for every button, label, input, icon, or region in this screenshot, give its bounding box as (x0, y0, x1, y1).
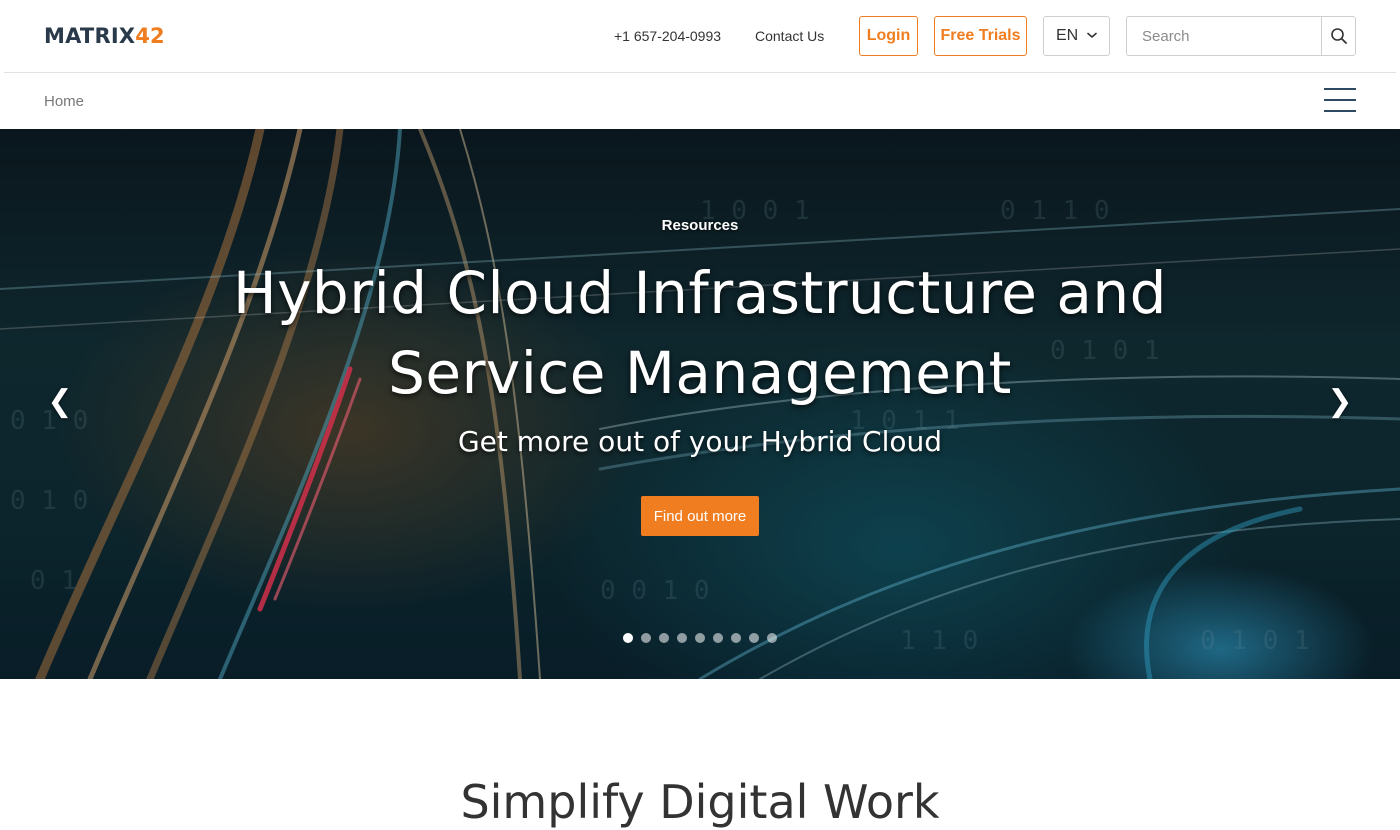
carousel-dot[interactable] (659, 633, 669, 643)
hero-title: Hybrid Cloud Infrastructure and Service … (232, 259, 1167, 407)
language-value: EN (1056, 27, 1079, 44)
chevron-down-icon (1087, 32, 1097, 38)
carousel-prev-icon[interactable]: ❮ (45, 384, 75, 419)
carousel-dot[interactable] (677, 633, 687, 643)
carousel-dot[interactable] (695, 633, 705, 643)
logo-number: 42 (135, 24, 165, 48)
logo-word: MATRIX (44, 24, 136, 48)
carousel-dot[interactable] (713, 633, 723, 643)
hero-kicker: Resources (661, 217, 739, 234)
carousel-dot[interactable] (641, 633, 651, 643)
free-trials-button[interactable]: Free Trials (934, 16, 1027, 56)
search-icon (1330, 28, 1347, 44)
top-header: MATRIX 42 +1 657-204-0993 Contact Us Logi… (0, 0, 1400, 72)
search-button[interactable] (1321, 17, 1355, 55)
carousel-next-icon[interactable]: ❯ (1325, 384, 1355, 419)
breadcrumb-bar: Home (0, 73, 1400, 129)
language-select[interactable]: EN (1043, 16, 1110, 56)
phone-number[interactable]: +1 657-204-0993 (614, 28, 721, 44)
hero-subtitle: Get more out of your Hybrid Cloud (457, 425, 943, 458)
carousel-dot[interactable] (623, 633, 633, 643)
matrix42-logo[interactable]: MATRIX 42 (44, 24, 165, 48)
hamburger-menu-icon[interactable] (1324, 88, 1356, 112)
section-title: Simplify Digital Work (460, 775, 940, 829)
carousel-dots (623, 633, 777, 643)
find-out-more-button[interactable]: Find out more (641, 496, 759, 536)
carousel-dot[interactable] (731, 633, 741, 643)
carousel-dot[interactable] (749, 633, 759, 643)
search-box (1126, 16, 1356, 56)
search-input[interactable] (1127, 17, 1323, 55)
carousel-dot[interactable] (767, 633, 777, 643)
breadcrumb-home[interactable]: Home (44, 93, 84, 110)
contact-us-link[interactable]: Contact Us (755, 28, 824, 44)
login-button[interactable]: Login (859, 16, 918, 56)
hero-carousel: 0 1 0 0 1 0 0 1 1 0 0 1 0 1 1 0 1 0 1 1 … (0, 129, 1400, 679)
